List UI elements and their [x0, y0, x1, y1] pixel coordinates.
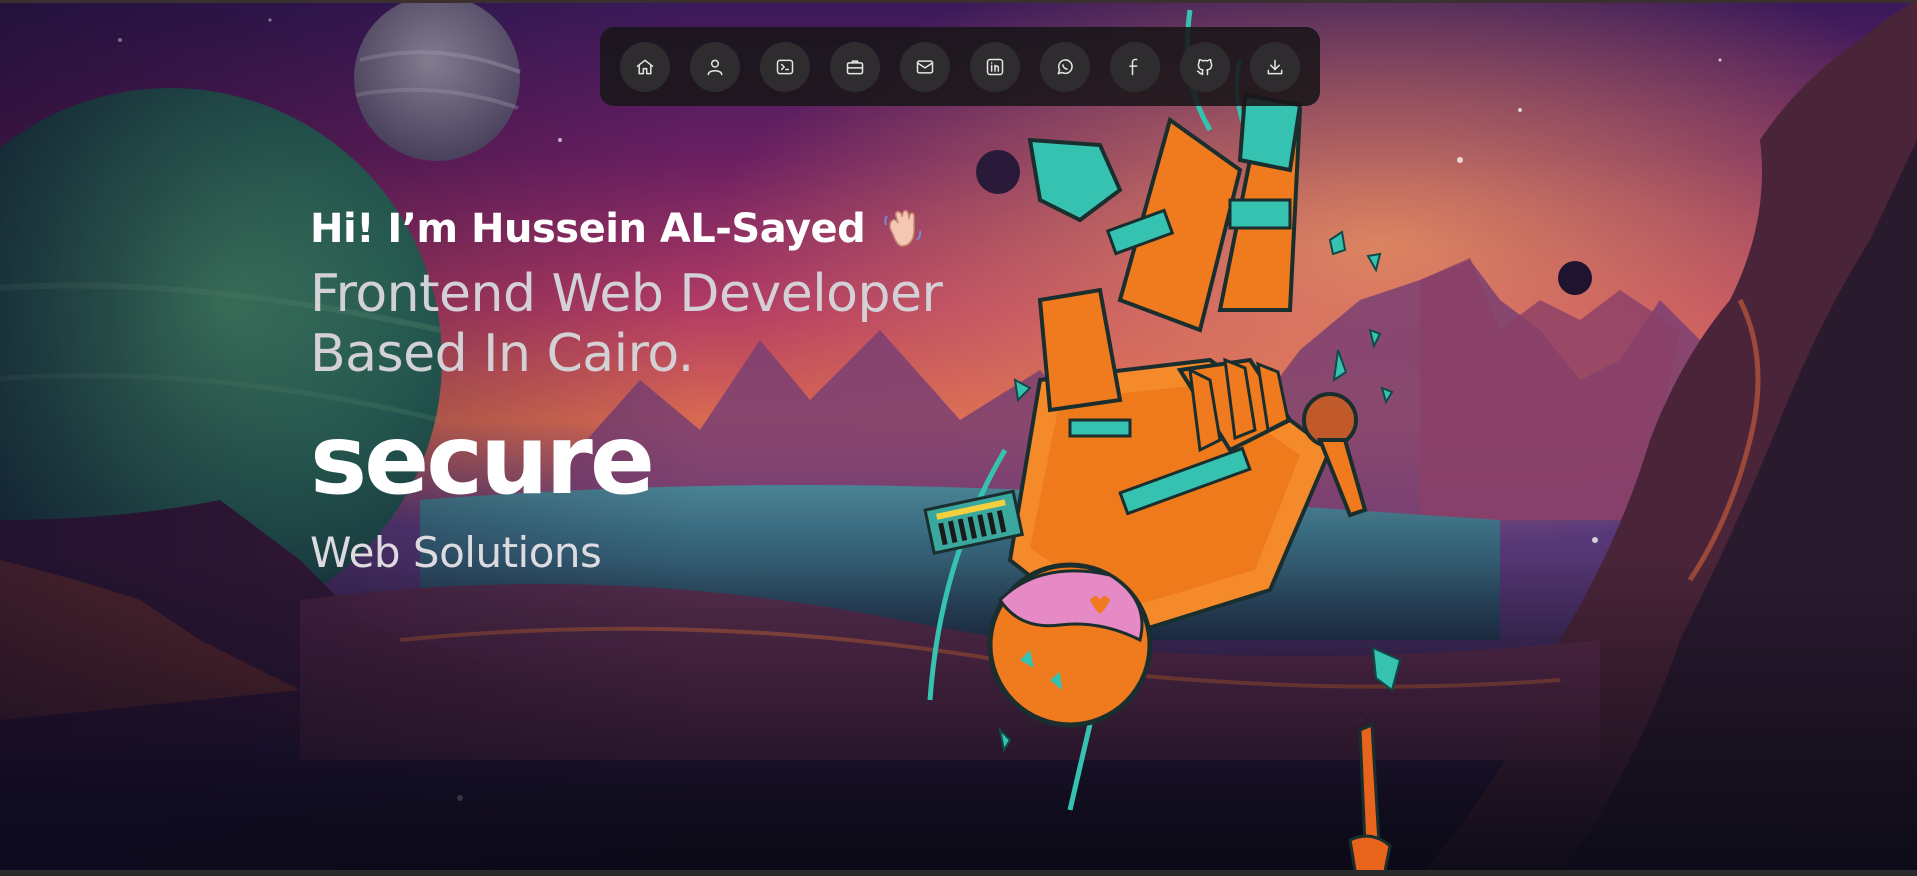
nav-skills-button[interactable]: [760, 41, 810, 92]
nav-home-button[interactable]: [620, 41, 670, 92]
greeting-text: Hi! I’m Hussein AL-Sayed: [310, 206, 866, 252]
nav-email-button[interactable]: [900, 41, 950, 92]
headline-line-1: Frontend Web Developer: [310, 264, 943, 324]
hero-text: Hi! I’m Hussein AL-Sayed Frontend Web De…: [310, 200, 1070, 578]
hero-section: Hi! I’m Hussein AL-Sayed Frontend Web De…: [0, 0, 1917, 876]
waving-hand-icon: [884, 210, 922, 247]
home-icon: [636, 59, 654, 74]
rotating-word: secure: [310, 404, 655, 516]
nav-facebook-button[interactable]: [1110, 41, 1160, 92]
terminal-icon: [776, 59, 794, 74]
nav-whatsapp-button[interactable]: [1040, 41, 1090, 92]
briefcase-icon: [846, 59, 864, 74]
github-icon: [1196, 58, 1213, 75]
nav-dock: [600, 27, 1320, 106]
headline-line-2: Based In Cairo.: [310, 324, 694, 384]
linkedin-icon: [986, 58, 1004, 75]
nav-about-button[interactable]: [690, 41, 740, 92]
greeting: Hi! I’m Hussein AL-Sayed: [310, 200, 1070, 258]
download-icon: [1267, 59, 1283, 74]
subline: Web Solutions: [310, 528, 602, 577]
mail-icon: [916, 59, 934, 74]
facebook-icon: [1129, 58, 1138, 75]
nav-projects-button[interactable]: [830, 41, 880, 92]
nav-github-button[interactable]: [1180, 41, 1230, 92]
top-border: [0, 0, 1917, 3]
user-icon: [707, 59, 723, 75]
whatsapp-icon: [1057, 58, 1073, 74]
bottom-border: [0, 870, 1917, 876]
nav-linkedin-button[interactable]: [970, 41, 1020, 92]
headline: Frontend Web Developer Based In Cairo.: [310, 264, 1070, 384]
nav-download-button[interactable]: [1250, 41, 1300, 92]
